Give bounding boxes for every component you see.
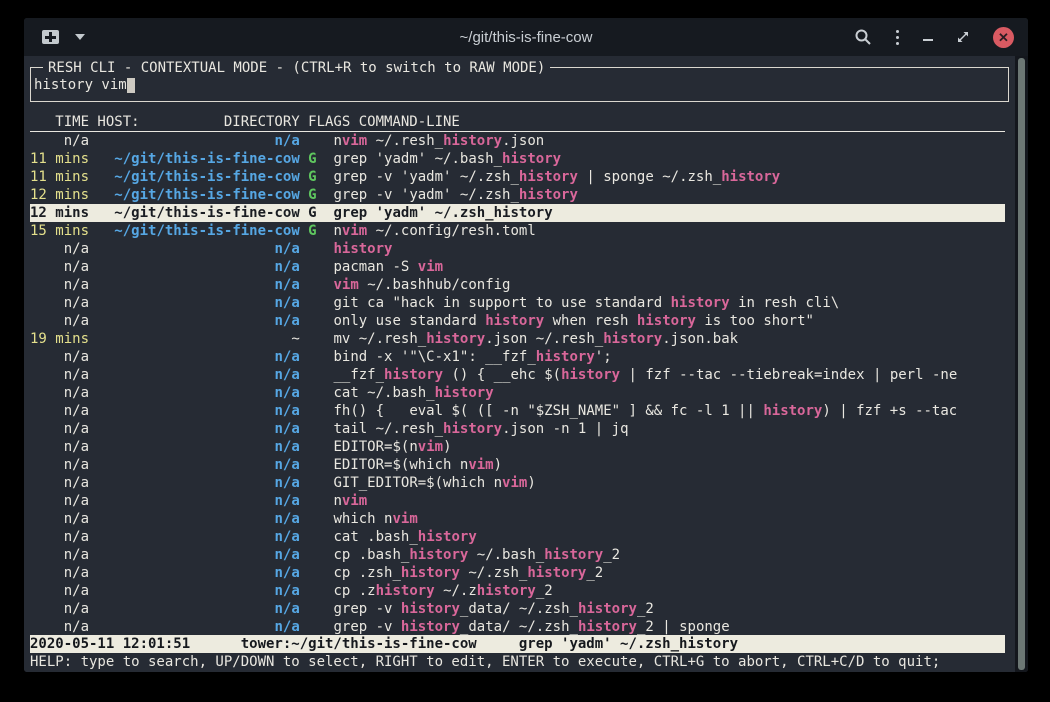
terminal-screen: RESH CLI - CONTEXTUAL MODE - (CTRL+R to … (24, 56, 1028, 672)
text-cursor (127, 78, 135, 93)
history-row[interactable]: n/a n/a GIT_EDITOR=$(which nvim) (30, 474, 1005, 492)
close-button[interactable]: ✕ (993, 27, 1014, 48)
scrollbar-thumb[interactable] (1018, 58, 1025, 670)
search-box: RESH CLI - CONTEXTUAL MODE - (CTRL+R to … (30, 67, 1009, 102)
history-row[interactable]: n/a n/a EDITOR=$(nvim) (30, 438, 1005, 456)
search-input[interactable]: history vim (34, 76, 135, 94)
history-row[interactable]: 19 mins ~ mv ~/.resh_history.json ~/.res… (30, 330, 1005, 348)
history-row[interactable]: n/a n/a cp .zsh_history ~/.zsh_history_2 (30, 564, 1005, 582)
history-row[interactable]: n/a n/a cp .bash_history ~/.bash_history… (30, 546, 1005, 564)
history-row[interactable]: n/a n/a fh() { eval $( ([ -n "$ZSH_NAME"… (30, 402, 1005, 420)
table-header: TIME HOST: DIRECTORY FLAGS COMMAND-LINE (30, 113, 1005, 132)
history-row[interactable]: n/a n/a which nvim (30, 510, 1005, 528)
kebab-menu-icon[interactable] (896, 30, 899, 45)
history-row[interactable]: n/a n/a pacman -S vim (30, 258, 1005, 276)
history-row[interactable]: 12 mins ~/git/this-is-fine-cow G grep -v… (30, 186, 1005, 204)
resh-mode-title: RESH CLI - CONTEXTUAL MODE - (CTRL+R to … (43, 59, 550, 77)
history-row[interactable]: 11 mins ~/git/this-is-fine-cow G grep 'y… (30, 150, 1005, 168)
help-line: HELP: type to search, UP/DOWN to select,… (30, 653, 1020, 671)
history-row[interactable]: n/a n/a history (30, 240, 1005, 258)
history-row[interactable]: n/a n/a tail ~/.resh_history.json -n 1 |… (30, 420, 1005, 438)
selected-entry-status-bar: 2020-05-11 12:01:51 tower:~/git/this-is-… (30, 635, 1005, 653)
history-row[interactable]: n/a n/a only use standard history when r… (30, 312, 1005, 330)
history-row[interactable]: 12 mins ~/git/this-is-fine-cow G grep 'y… (30, 204, 1005, 222)
history-list: n/a n/a nvim ~/.resh_history.json11 mins… (30, 132, 1005, 636)
history-row[interactable]: n/a n/a cat .bash_history (30, 528, 1005, 546)
history-row[interactable]: n/a n/a git ca "hack in support to use s… (30, 294, 1005, 312)
history-row[interactable]: n/a n/a grep -v history_data/ ~/.zsh_his… (30, 600, 1005, 618)
terminal-window: ~/git/this-is-fine-cow ✕ RESH CL (24, 18, 1028, 672)
history-row[interactable]: 11 mins ~/git/this-is-fine-cow G grep -v… (30, 168, 1005, 186)
history-row[interactable]: n/a n/a cp .zhistory ~/.zhistory_2 (30, 582, 1005, 600)
history-row[interactable]: n/a n/a grep -v history_data/ ~/.zsh_his… (30, 618, 1005, 636)
search-icon[interactable] (854, 28, 872, 46)
history-row[interactable]: n/a n/a nvim (30, 492, 1005, 510)
history-row[interactable]: n/a n/a bind -x '"\C-x1": __fzf_history'… (30, 348, 1005, 366)
history-row[interactable]: n/a n/a vim ~/.bashhub/config (30, 276, 1005, 294)
history-row[interactable]: n/a n/a __fzf_history () { __ehc $(histo… (30, 366, 1005, 384)
history-row[interactable]: n/a n/a cat ~/.bash_history (30, 384, 1005, 402)
scrollbar-track[interactable] (1015, 56, 1028, 672)
history-row[interactable]: n/a n/a EDITOR=$(which nvim) (30, 456, 1005, 474)
minimize-button[interactable] (923, 39, 933, 41)
search-query-text: history vim (34, 76, 127, 94)
titlebar: ~/git/this-is-fine-cow ✕ (24, 18, 1028, 56)
history-row[interactable]: n/a n/a nvim ~/.resh_history.json (30, 132, 1005, 150)
restore-window-icon[interactable] (957, 31, 969, 43)
history-row[interactable]: 15 mins ~/git/this-is-fine-cow G nvim ~/… (30, 222, 1005, 240)
